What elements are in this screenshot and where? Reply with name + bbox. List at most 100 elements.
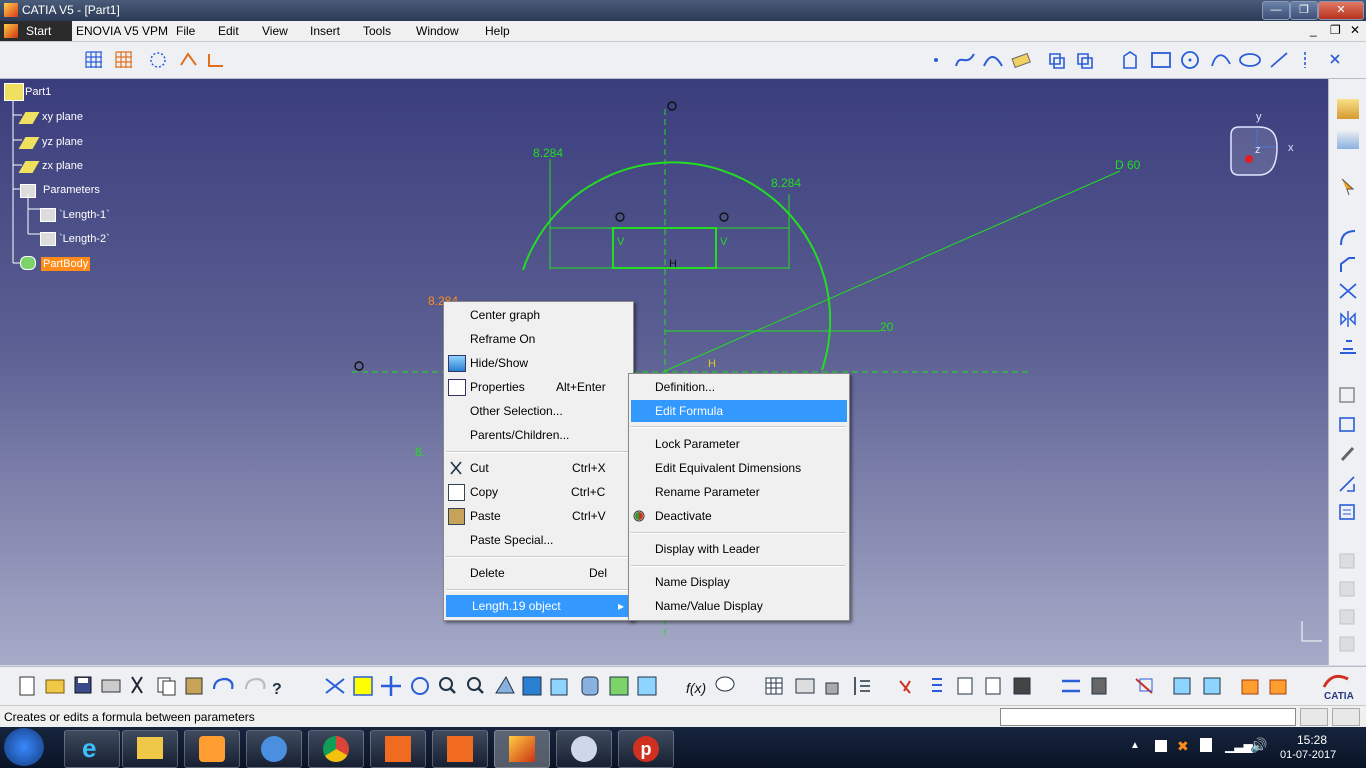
project-icon[interactable] bbox=[1337, 337, 1359, 357]
constraint-box-icon[interactable] bbox=[1337, 414, 1359, 434]
tree-item-part1[interactable]: Part1 bbox=[25, 86, 51, 98]
tree-item-xy-plane[interactable]: xy plane bbox=[42, 111, 83, 123]
tree-item-length-1[interactable]: `Length-1` bbox=[59, 209, 110, 221]
menu-item-paste-special[interactable]: Paste Special... bbox=[444, 529, 633, 551]
trim-icon[interactable] bbox=[1337, 281, 1359, 301]
dimensional-constraints-icon[interactable] bbox=[206, 50, 228, 70]
geometric-constraints-icon[interactable] bbox=[178, 50, 200, 70]
submenu-item-deactivate[interactable]: Deactivate bbox=[629, 505, 849, 527]
spline-tool-icon[interactable] bbox=[1210, 50, 1232, 70]
fix-together-icon[interactable] bbox=[1337, 444, 1359, 464]
menu-item-parents-children[interactable]: Parents/Children... bbox=[444, 424, 633, 446]
menu-insert[interactable]: Insert bbox=[310, 24, 340, 38]
snap-grid-icon[interactable] bbox=[114, 50, 134, 70]
edit-multi-constraint-icon[interactable] bbox=[1337, 502, 1359, 522]
doc-restore-icon[interactable]: ❐ bbox=[1330, 23, 1341, 37]
submenu-item-name-display[interactable]: Name Display bbox=[629, 571, 849, 593]
project-3d-icon[interactable] bbox=[1046, 50, 1068, 70]
doc-minimize-icon[interactable]: _ bbox=[1310, 23, 1317, 37]
corner-icon[interactable] bbox=[1337, 227, 1359, 247]
taskbar-app-p[interactable]: p bbox=[618, 730, 674, 768]
menu-file[interactable]: File bbox=[176, 24, 195, 38]
taskbar-internet-explorer[interactable]: e bbox=[64, 730, 120, 768]
line-icon[interactable] bbox=[1268, 50, 1290, 70]
profile-tool-icon[interactable] bbox=[1120, 50, 1142, 70]
part1-icon[interactable] bbox=[4, 83, 24, 101]
submenu-item-definition[interactable]: Definition... bbox=[629, 376, 849, 398]
select-arrow-icon[interactable] bbox=[1337, 177, 1359, 197]
windows-start-button[interactable] bbox=[4, 728, 44, 766]
point-icon[interactable] bbox=[930, 54, 942, 66]
ellipse-icon[interactable] bbox=[1238, 50, 1262, 70]
command-button[interactable] bbox=[1332, 708, 1360, 726]
taskbar-file-explorer[interactable] bbox=[122, 730, 178, 768]
clock-date[interactable]: 01-07-2017 bbox=[1280, 749, 1336, 761]
menu-item-delete[interactable]: Delete Del bbox=[444, 562, 633, 584]
tree-item-length-2[interactable]: `Length-2` bbox=[59, 233, 110, 245]
tree-item-zx-plane[interactable]: zx plane bbox=[42, 160, 83, 172]
rectangle-icon[interactable] bbox=[1150, 50, 1172, 70]
chamfer-icon[interactable] bbox=[1337, 254, 1359, 274]
menu-item-cut[interactable]: Cut Ctrl+X bbox=[444, 457, 633, 479]
menu-item-reframe-on[interactable]: Reframe On bbox=[444, 328, 633, 350]
taskbar-media-player[interactable] bbox=[184, 730, 240, 768]
command-button[interactable] bbox=[1300, 708, 1328, 726]
command-input[interactable] bbox=[1000, 708, 1296, 726]
menu-item-paste[interactable]: Paste Ctrl+V bbox=[444, 505, 633, 527]
tree-item-parameters[interactable]: Parameters bbox=[43, 184, 100, 196]
submenu-item-name-value-display[interactable]: Name/Value Display bbox=[629, 595, 849, 617]
tray-volume-icon[interactable]: 🔊 bbox=[1250, 737, 1267, 754]
menu-item-copy[interactable]: Copy Ctrl+C bbox=[444, 481, 633, 503]
submenu-item-edit-equivalent-dimensions[interactable]: Edit Equivalent Dimensions bbox=[629, 457, 849, 479]
tray-expand-icon[interactable]: ▲ bbox=[1130, 740, 1140, 751]
animate-constraint-icon[interactable] bbox=[1337, 474, 1359, 494]
taskbar-chromium[interactable] bbox=[246, 730, 302, 768]
submenu-item-lock-parameter[interactable]: Lock Parameter bbox=[629, 433, 849, 455]
submenu-item-display-with-leader[interactable]: Display with Leader bbox=[629, 538, 849, 560]
exit-workbench-icon[interactable] bbox=[1337, 129, 1359, 149]
taskbar-paint[interactable] bbox=[556, 730, 612, 768]
spline-icon[interactable] bbox=[954, 50, 976, 70]
menu-window[interactable]: Window bbox=[416, 24, 459, 38]
intersect-3d-icon[interactable] bbox=[1074, 50, 1096, 70]
menu-item-other-selection[interactable]: Other Selection... bbox=[444, 400, 633, 422]
menu-enovia[interactable]: ENOVIA V5 VPM bbox=[76, 24, 168, 38]
menu-item-properties[interactable]: Properties Alt+Enter bbox=[444, 376, 633, 398]
mirror-icon[interactable] bbox=[1337, 309, 1359, 329]
compass-widget[interactable]: y x z bbox=[1225, 107, 1305, 179]
taskbar-chrome[interactable] bbox=[308, 730, 364, 768]
minimize-button[interactable]: — bbox=[1262, 1, 1290, 20]
tray-tool-icon[interactable]: ✖ bbox=[1177, 738, 1189, 755]
profile-icon[interactable] bbox=[982, 50, 1004, 70]
menu-edit[interactable]: Edit bbox=[218, 24, 239, 38]
constraint-icon[interactable] bbox=[1337, 385, 1359, 405]
tray-signal-icon[interactable]: ▁▃▅ bbox=[1225, 739, 1253, 753]
menu-tools[interactable]: Tools bbox=[363, 24, 391, 38]
taskbar-app-orange[interactable] bbox=[370, 730, 426, 768]
tray-flag-icon[interactable] bbox=[1155, 740, 1167, 752]
menu-start[interactable]: Start bbox=[0, 21, 72, 41]
grid-icon[interactable] bbox=[84, 50, 104, 70]
menu-view[interactable]: View bbox=[262, 24, 288, 38]
maximize-button[interactable]: ❐ bbox=[1290, 1, 1318, 20]
doc-close-icon[interactable]: ✕ bbox=[1350, 23, 1360, 37]
tree-item-yz-plane[interactable]: yz plane bbox=[42, 136, 83, 148]
menu-item-hide-show[interactable]: Hide/Show bbox=[444, 352, 633, 374]
sketcher-icon[interactable] bbox=[1337, 99, 1359, 119]
axis-icon[interactable] bbox=[1298, 50, 1312, 70]
menu-help[interactable]: Help bbox=[485, 24, 510, 38]
circle-icon[interactable] bbox=[1180, 50, 1202, 70]
construction-icon[interactable] bbox=[148, 50, 170, 70]
tray-battery-icon[interactable] bbox=[1200, 738, 1212, 752]
menu-item-length19-object[interactable]: Length.19 object ▸ bbox=[446, 595, 629, 617]
close-button[interactable]: ✕ bbox=[1318, 1, 1364, 20]
taskbar-camera[interactable] bbox=[432, 730, 488, 768]
point-tool-icon[interactable] bbox=[1328, 52, 1342, 66]
menu-item-center-graph[interactable]: Center graph bbox=[444, 304, 633, 326]
submenu-item-rename-parameter[interactable]: Rename Parameter bbox=[629, 481, 849, 503]
taskbar-catia[interactable] bbox=[494, 730, 550, 768]
submenu-item-edit-formula[interactable]: Edit Formula bbox=[631, 400, 847, 422]
tree-item-partbody[interactable]: PartBody bbox=[41, 257, 91, 271]
clock-time[interactable]: 15:28 bbox=[1297, 733, 1327, 747]
eraser-icon[interactable] bbox=[1010, 50, 1032, 70]
